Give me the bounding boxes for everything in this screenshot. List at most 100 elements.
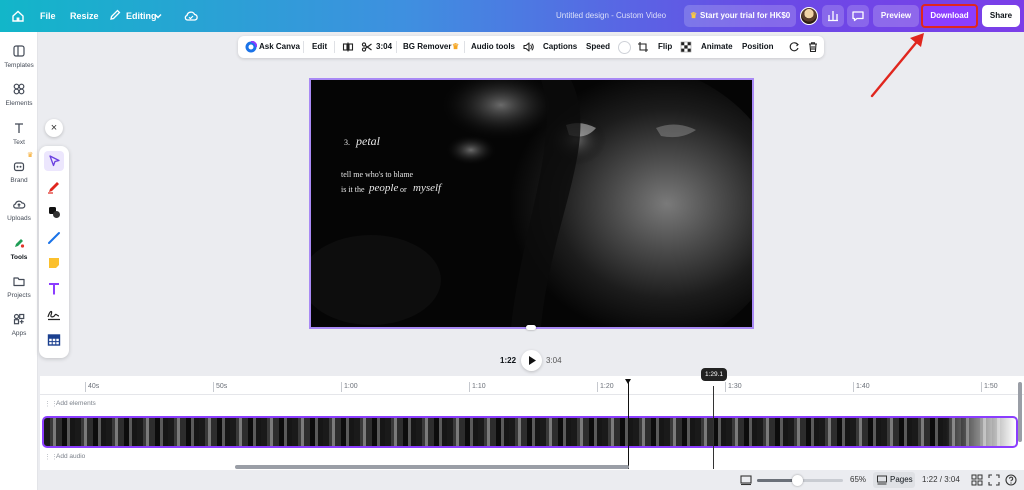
sidebar-item-elements[interactable]: Elements xyxy=(0,82,38,107)
playhead-handle[interactable] xyxy=(625,379,631,384)
pages-button[interactable]: Pages xyxy=(873,472,915,488)
brand-icon xyxy=(13,162,25,172)
bg-remover-button[interactable]: BG Remover xyxy=(403,36,451,58)
lyric-line-3a: is it the xyxy=(341,185,365,194)
pages-label: Pages xyxy=(890,475,913,484)
edit-button[interactable]: Edit xyxy=(312,36,327,58)
help-icon[interactable] xyxy=(1005,474,1017,486)
add-elements-track[interactable]: Add elements xyxy=(56,400,96,407)
video-canvas[interactable]: 3. petal tell me who's to blame is it th… xyxy=(309,78,754,329)
line-icon[interactable] xyxy=(44,228,64,248)
grid-view-icon[interactable] xyxy=(971,474,983,486)
lyric-number: 3. xyxy=(344,138,350,147)
preview-button[interactable]: Preview xyxy=(873,5,919,27)
ruler-tick: 50s xyxy=(213,382,227,392)
canvas-resize-handle[interactable] xyxy=(526,325,536,330)
close-icon: × xyxy=(50,122,58,134)
toolbar-divider xyxy=(303,41,304,53)
comments-button[interactable] xyxy=(847,5,869,27)
premium-crown-icon: ♛ xyxy=(27,152,34,159)
cloud-saved-icon[interactable] xyxy=(182,7,200,25)
sidebar-item-label: Templates xyxy=(4,62,34,69)
crop-icon[interactable] xyxy=(637,41,649,53)
zoom-slider-knob[interactable] xyxy=(792,475,803,486)
left-sidebar: Templates Elements Text Brand ♛ Uploads … xyxy=(0,32,38,490)
transparency-icon[interactable] xyxy=(680,41,692,53)
scissors-icon[interactable] xyxy=(361,41,373,53)
close-palette-button[interactable]: × xyxy=(45,119,63,137)
hover-time-tooltip: 1:29.1 xyxy=(701,368,727,381)
download-button[interactable]: Download xyxy=(921,4,978,28)
sidebar-item-label: Uploads xyxy=(7,215,31,222)
clip-duration[interactable]: 3:04 xyxy=(376,36,392,58)
sticky-note-icon[interactable] xyxy=(44,253,64,273)
notes-icon[interactable] xyxy=(740,474,752,486)
toolbar-divider xyxy=(396,41,397,53)
signature-icon[interactable] xyxy=(44,304,64,324)
pen-icon[interactable] xyxy=(44,177,64,197)
sidebar-item-tools[interactable]: Tools xyxy=(0,235,38,261)
playhead[interactable] xyxy=(628,381,629,469)
loop-comment-icon[interactable] xyxy=(788,41,800,53)
zoom-level[interactable]: 65% xyxy=(850,470,866,490)
file-menu[interactable]: File xyxy=(40,0,56,32)
timeline-scrollbar[interactable] xyxy=(235,465,629,469)
insights-button[interactable] xyxy=(822,5,844,27)
shape-icon[interactable] xyxy=(44,202,64,222)
timeline-vertical-scrollbar[interactable] xyxy=(1018,382,1022,442)
play-button[interactable] xyxy=(521,350,542,371)
document-title[interactable]: Untitled design - Custom Video xyxy=(556,0,666,32)
toolbar-divider xyxy=(464,41,465,53)
premium-crown-icon: ♛ xyxy=(452,42,460,51)
table-icon[interactable] xyxy=(44,330,64,350)
sidebar-item-templates[interactable]: Templates xyxy=(0,44,38,69)
tools-icon xyxy=(11,235,27,251)
drag-handle-icon: ⋮⋮ xyxy=(44,401,58,408)
video-clip[interactable] xyxy=(42,416,1018,448)
speed-button[interactable]: Speed xyxy=(586,36,610,58)
captions-button[interactable]: Captions xyxy=(543,36,577,58)
timeline-ruler[interactable]: 40s 50s 1:00 1:10 1:20 1:30 1:40 1:50 xyxy=(40,376,1024,395)
volume-icon[interactable] xyxy=(522,41,534,53)
sidebar-item-brand[interactable]: Brand xyxy=(0,159,38,184)
annotation-arrow-icon xyxy=(870,33,924,98)
position-button[interactable]: Position xyxy=(742,36,774,58)
current-time: 1:22 xyxy=(500,356,517,365)
pencil-icon xyxy=(108,8,122,22)
trash-icon[interactable] xyxy=(807,41,819,53)
trial-button[interactable]: ♛ Start your trial for HK$0 xyxy=(684,5,796,27)
sidebar-item-uploads[interactable]: Uploads xyxy=(0,197,38,222)
projects-icon xyxy=(13,277,25,287)
color-swatch[interactable] xyxy=(618,41,631,54)
ask-canva-button[interactable]: Ask Canva xyxy=(259,36,300,58)
sidebar-item-label: Tools xyxy=(10,254,28,261)
video-frame xyxy=(311,80,752,327)
fullscreen-icon[interactable] xyxy=(988,474,1000,486)
lyric-title: petal xyxy=(356,134,380,148)
lyric-line-3d: myself xyxy=(413,182,442,194)
bar-chart-icon xyxy=(828,11,838,22)
sidebar-item-label: Elements xyxy=(5,100,33,107)
play-icon xyxy=(529,356,536,365)
split-icon[interactable] xyxy=(342,41,354,53)
sidebar-item-apps[interactable]: Apps xyxy=(0,312,38,337)
ruler-tick: 1:20 xyxy=(597,382,614,392)
home-icon[interactable] xyxy=(9,7,27,25)
audio-tools-button[interactable]: Audio tools xyxy=(471,36,515,58)
comment-icon xyxy=(852,11,864,22)
animate-button[interactable]: Animate xyxy=(701,36,733,58)
hover-line xyxy=(713,386,714,469)
resize-menu[interactable]: Resize xyxy=(70,0,99,32)
sidebar-item-projects[interactable]: Projects xyxy=(0,274,38,299)
flip-button[interactable]: Flip xyxy=(658,36,672,58)
avatar[interactable] xyxy=(800,7,818,25)
sidebar-item-label: Brand xyxy=(10,177,28,184)
ruler-tick: 1:00 xyxy=(341,382,358,392)
select-pointer-icon[interactable] xyxy=(44,151,64,171)
share-button[interactable]: Share xyxy=(982,5,1020,27)
chevron-down-icon[interactable] xyxy=(152,10,164,22)
text-tool-icon[interactable] xyxy=(44,279,64,299)
sidebar-item-text[interactable]: Text xyxy=(0,121,38,146)
add-audio-track[interactable]: Add audio xyxy=(56,453,85,460)
sidebar-item-label: Text xyxy=(13,139,25,146)
